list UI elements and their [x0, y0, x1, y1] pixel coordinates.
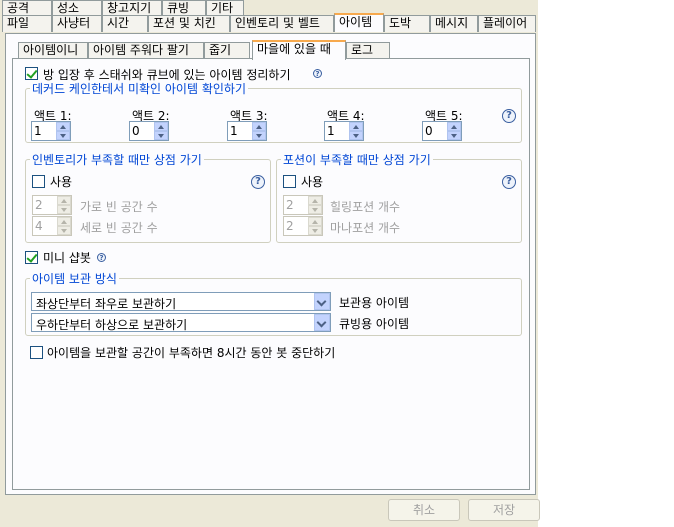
subtab-log[interactable]: 로그 [346, 42, 390, 59]
tab-inventory-belt[interactable]: 인벤토리 및 벨트 [230, 15, 334, 32]
act1-stepper[interactable]: 1 [31, 121, 71, 141]
chevron-down-icon[interactable] [314, 314, 330, 331]
stash-storage-value: 좌상단부터 좌우로 보관하기 [36, 297, 177, 311]
inventory-height-value: 4 [35, 219, 43, 233]
healing-up-arrow-icon[interactable] [308, 196, 322, 205]
tab-time[interactable]: 시간 [102, 15, 148, 32]
deckard-help-icon[interactable]: ? [502, 109, 516, 123]
tab-message[interactable]: 메시지 [430, 15, 478, 32]
stash-storage-label: 보관용 아이템 [339, 296, 410, 310]
inventory-help-icon[interactable]: ? [251, 175, 265, 189]
act2-value: 0 [132, 124, 140, 138]
inventory-group-title: 인벤토리가 부족할 때만 상점 가기 [32, 153, 202, 167]
potion-use-checkbox[interactable] [283, 175, 296, 188]
mana-potion-label: 마나포션 개수 [330, 221, 401, 235]
mini-shopbot-help-icon[interactable]: ? [97, 253, 106, 262]
mana-potion-stepper[interactable]: 2 [283, 216, 323, 236]
healing-down-arrow-icon[interactable] [308, 205, 322, 214]
act3-value: 1 [230, 124, 238, 138]
subtab-pickup[interactable]: 줍기 [204, 42, 250, 59]
act4-value: 1 [327, 124, 335, 138]
subtab-in-town[interactable]: 마을에 있을 때 [252, 40, 346, 60]
inventory-width-up-arrow-icon[interactable] [57, 196, 71, 205]
tab-player[interactable]: 플레이어 [478, 15, 536, 32]
inventory-width-value: 2 [35, 198, 43, 212]
inventory-width-stepper[interactable]: 2 [32, 195, 72, 215]
inventory-height-down-arrow-icon[interactable] [57, 226, 71, 235]
act5-stepper[interactable]: 0 [422, 121, 462, 141]
inventory-width-label: 가로 빈 공간 수 [80, 200, 158, 214]
tab-potion-chicken[interactable]: 포션 및 치킨 [148, 15, 230, 32]
act1-up-arrow-icon[interactable] [56, 122, 70, 131]
act1-down-arrow-icon[interactable] [56, 131, 70, 140]
inventory-use-label: 사용 [50, 175, 73, 189]
mini-shopbot-checkbox[interactable] [25, 251, 38, 264]
healing-potion-stepper[interactable]: 2 [283, 195, 323, 215]
tab-hunting-ground[interactable]: 사냥터 [52, 15, 102, 32]
settings-window: 공격 성소 창고지기 큐빙 기타 파일 사냥터 시간 포션 및 치킨 인벤토리 … [0, 0, 540, 527]
stop-bot-label: 아이템을 보관할 공간이 부족하면 8시간 동안 봇 중단하기 [47, 346, 336, 360]
act3-stepper[interactable]: 1 [227, 121, 267, 141]
act3-up-arrow-icon[interactable] [252, 122, 266, 131]
stash-cube-help-icon[interactable]: ? [313, 69, 322, 78]
cube-storage-value: 우하단부터 하상으로 보관하기 [36, 318, 188, 332]
healing-potion-label: 힐링포션 개수 [330, 200, 401, 214]
mini-shopbot-label: 미니 샵봇 [43, 251, 91, 265]
inventory-height-stepper[interactable]: 4 [32, 216, 72, 236]
healing-potion-value: 2 [286, 198, 294, 212]
storage-group-title: 아이템 보관 방식 [32, 272, 117, 286]
deckard-group-title: 데커드 케인한테서 미확인 아이템 확인하기 [32, 82, 246, 96]
act4-stepper[interactable]: 1 [324, 121, 364, 141]
act5-up-arrow-icon[interactable] [447, 122, 461, 131]
act1-value: 1 [34, 124, 42, 138]
act4-up-arrow-icon[interactable] [349, 122, 363, 131]
inventory-height-label: 세로 빈 공간 수 [80, 221, 158, 235]
tab-gamble[interactable]: 도박 [384, 15, 430, 32]
cancel-button[interactable]: 취소 [388, 499, 460, 521]
tab-file[interactable]: 파일 [2, 15, 52, 32]
act3-down-arrow-icon[interactable] [252, 131, 266, 140]
stash-cube-tidy-checkbox[interactable] [25, 67, 38, 80]
potion-group-title: 포션이 부족할 때만 상점 가기 [283, 153, 431, 167]
tab-item[interactable]: 아이템 [334, 13, 384, 32]
act2-stepper[interactable]: 0 [129, 121, 169, 141]
cube-storage-label: 큐빙용 아이템 [339, 317, 410, 331]
chevron-down-icon[interactable] [314, 293, 330, 310]
mana-up-arrow-icon[interactable] [308, 217, 322, 226]
inventory-height-up-arrow-icon[interactable] [57, 217, 71, 226]
act2-down-arrow-icon[interactable] [154, 131, 168, 140]
stop-bot-checkbox[interactable] [30, 346, 43, 359]
inventory-width-down-arrow-icon[interactable] [57, 205, 71, 214]
act5-down-arrow-icon[interactable] [447, 131, 461, 140]
act2-up-arrow-icon[interactable] [154, 122, 168, 131]
potion-use-label: 사용 [301, 175, 324, 189]
subtab-item-ini[interactable]: 아이템이니 [18, 42, 88, 59]
inventory-use-checkbox[interactable] [32, 175, 45, 188]
stash-storage-select[interactable]: 좌상단부터 좌우로 보관하기 [31, 292, 331, 311]
subtab-pickup-sell[interactable]: 아이템 주워다 팔기 [88, 42, 204, 59]
mana-potion-value: 2 [286, 219, 294, 233]
save-button[interactable]: 저장 [468, 499, 540, 521]
mana-down-arrow-icon[interactable] [308, 226, 322, 235]
act4-down-arrow-icon[interactable] [349, 131, 363, 140]
act5-value: 0 [425, 124, 433, 138]
potion-help-icon[interactable]: ? [502, 175, 516, 189]
cube-storage-select[interactable]: 우하단부터 하상으로 보관하기 [31, 313, 331, 332]
